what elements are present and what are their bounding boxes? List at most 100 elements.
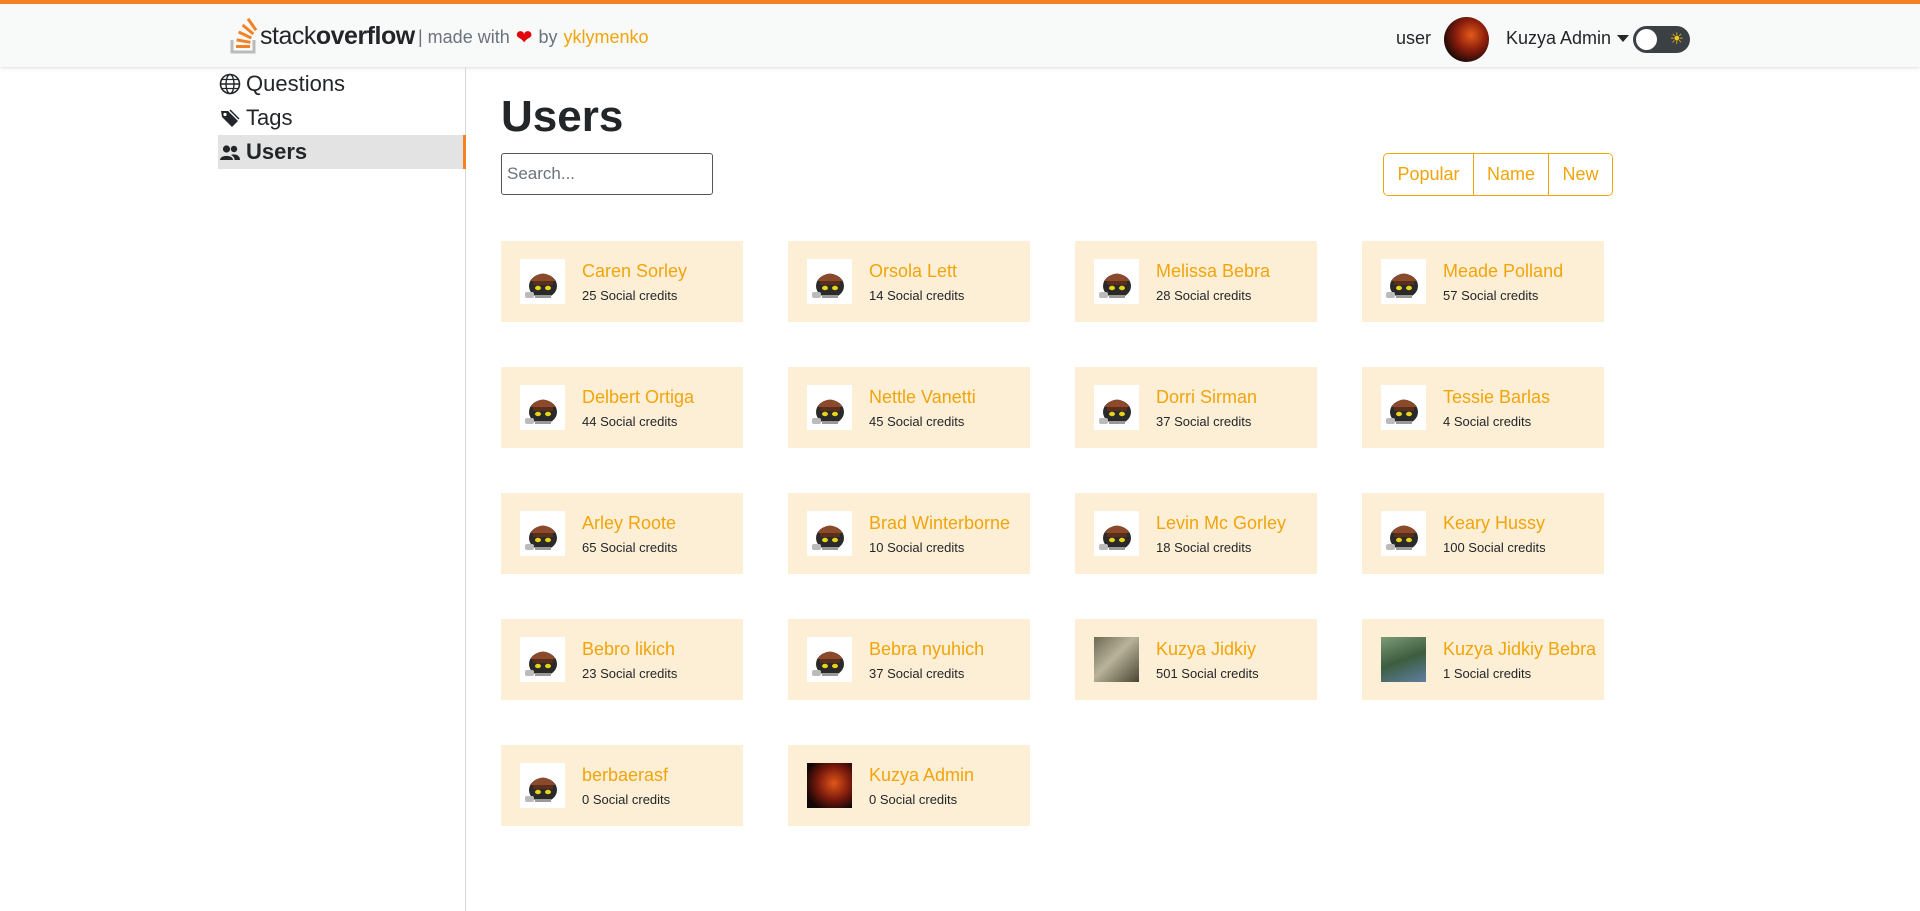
user-card[interactable]: Keary Hussy 100 Social credits	[1362, 493, 1604, 574]
user-name-link[interactable]: Tessie Barlas	[1443, 387, 1550, 408]
user-avatar[interactable]	[1094, 259, 1139, 304]
user-credits: 25 Social credits	[582, 288, 678, 303]
role-label: user	[1396, 28, 1432, 48]
user-name-link[interactable]: Levin Mc Gorley	[1156, 513, 1286, 534]
user-avatar[interactable]	[1094, 511, 1139, 556]
user-avatar[interactable]	[807, 637, 852, 682]
search-input[interactable]	[501, 153, 713, 195]
sidebar-item-questions[interactable]: Questions	[218, 67, 466, 101]
user-name-link[interactable]: Arley Roote	[582, 513, 676, 534]
user-credits: 18 Social credits	[1156, 540, 1252, 555]
toggle-knob	[1636, 29, 1657, 50]
user-avatar[interactable]	[1381, 511, 1426, 556]
user-avatar[interactable]	[520, 511, 565, 556]
brand-plain: stack	[260, 21, 316, 50]
user-name-link[interactable]: Bebro likich	[582, 639, 675, 660]
sidebar-item-label: Users	[246, 139, 308, 164]
author-link[interactable]: yklymenko	[564, 27, 649, 48]
stackoverflow-logo[interactable]: stackoverflow	[230, 18, 415, 54]
user-avatar[interactable]	[520, 763, 565, 808]
user-name-link[interactable]: Caren Sorley	[582, 261, 687, 282]
user-credits: 45 Social credits	[869, 414, 965, 429]
user-name-link[interactable]: Meade Polland	[1443, 261, 1563, 282]
default-avatar-image	[1385, 273, 1418, 298]
user-avatar[interactable]	[520, 637, 565, 682]
user-card[interactable]: Levin Mc Gorley 18 Social credits	[1075, 493, 1317, 574]
users-icon	[218, 140, 242, 164]
user-credits: 14 Social credits	[869, 288, 965, 303]
account-menu[interactable]: Kuzya Admin	[1506, 28, 1630, 49]
user-credits: 501 Social credits	[1156, 666, 1259, 681]
default-avatar-image	[524, 525, 557, 550]
user-credits: 23 Social credits	[582, 666, 678, 681]
user-avatar[interactable]	[1094, 385, 1139, 430]
account-avatar[interactable]	[1444, 17, 1489, 62]
user-avatar[interactable]	[807, 763, 852, 808]
user-credits: 4 Social credits	[1443, 414, 1532, 429]
user-name-link[interactable]: Bebra nyuhich	[869, 639, 984, 660]
sort-name-button[interactable]: Name	[1473, 154, 1548, 195]
user-name-link[interactable]: Kuzya Jidkiy Bebra	[1443, 639, 1596, 660]
user-card[interactable]: Kuzya Jidkiy 501 Social credits	[1075, 619, 1317, 700]
sidebar-item-tags[interactable]: Tags	[218, 101, 466, 135]
stackoverflow-icon	[230, 18, 258, 54]
brand-wordmark: stackoverflow	[260, 22, 415, 51]
user-avatar[interactable]	[807, 385, 852, 430]
user-credits: 65 Social credits	[582, 540, 678, 555]
user-card[interactable]: Bebra nyuhich 37 Social credits	[788, 619, 1030, 700]
user-name-link[interactable]: Orsola Lett	[869, 261, 957, 282]
user-card[interactable]: Orsola Lett 14 Social credits	[788, 241, 1030, 322]
user-avatar[interactable]	[1381, 259, 1426, 304]
user-avatar[interactable]	[807, 259, 852, 304]
default-avatar-image	[1098, 273, 1131, 298]
user-avatar[interactable]	[1381, 637, 1426, 682]
default-avatar-image	[811, 399, 844, 424]
sidebar: Questions Tags Users	[0, 67, 466, 911]
sidebar-item-users[interactable]: Users	[218, 135, 466, 169]
user-avatar[interactable]	[807, 511, 852, 556]
user-card[interactable]: Dorri Sirman 37 Social credits	[1075, 367, 1317, 448]
default-avatar-image	[811, 525, 844, 550]
sort-popular-button[interactable]: Popular	[1384, 154, 1473, 195]
user-name-link[interactable]: Melissa Bebra	[1156, 261, 1270, 282]
sun-icon: ☀	[1669, 31, 1684, 48]
sort-new-button[interactable]: New	[1548, 154, 1612, 195]
user-card[interactable]: Kuzya Admin 0 Social credits	[788, 745, 1030, 826]
default-avatar-image	[524, 777, 557, 802]
user-name-link[interactable]: Nettle Vanetti	[869, 387, 976, 408]
user-card[interactable]: Nettle Vanetti 45 Social credits	[788, 367, 1030, 448]
theme-toggle[interactable]: ☀	[1633, 26, 1690, 53]
account-name: Kuzya Admin	[1506, 28, 1612, 48]
user-name-link[interactable]: Kuzya Jidkiy	[1156, 639, 1256, 660]
user-name-link[interactable]: Delbert Ortiga	[582, 387, 694, 408]
brand-bold: overflow	[315, 21, 415, 50]
user-name-link[interactable]: Keary Hussy	[1443, 513, 1545, 534]
user-name-link[interactable]: berbaerasf	[582, 765, 668, 786]
page-title: Users	[501, 92, 624, 141]
user-card[interactable]: Meade Polland 57 Social credits	[1362, 241, 1604, 322]
user-card[interactable]: Brad Winterborne 10 Social credits	[788, 493, 1030, 574]
user-credits: 37 Social credits	[869, 666, 965, 681]
user-card[interactable]: Kuzya Jidkiy Bebra 1 Social credits	[1362, 619, 1604, 700]
user-card[interactable]: berbaerasf 0 Social credits	[501, 745, 743, 826]
user-name-link[interactable]: Brad Winterborne	[869, 513, 1010, 534]
default-avatar-image	[1385, 399, 1418, 424]
user-card[interactable]: Arley Roote 65 Social credits	[501, 493, 743, 574]
tag-icon	[218, 106, 242, 130]
user-card[interactable]: Tessie Barlas 4 Social credits	[1362, 367, 1604, 448]
made-with-credit: | made with ❤ by yklymenko	[418, 27, 649, 48]
user-avatar[interactable]	[520, 385, 565, 430]
sidebar-item-label: Questions	[246, 71, 346, 96]
user-avatar[interactable]	[1381, 385, 1426, 430]
user-card[interactable]: Bebro likich 23 Social credits	[501, 619, 743, 700]
user-avatar[interactable]	[520, 259, 565, 304]
user-card[interactable]: Delbert Ortiga 44 Social credits	[501, 367, 743, 448]
made-with-text: | made with	[418, 27, 510, 47]
user-card[interactable]: Melissa Bebra 28 Social credits	[1075, 241, 1317, 322]
globe-icon	[218, 72, 242, 96]
user-name-link[interactable]: Dorri Sirman	[1156, 387, 1257, 408]
user-credits: 28 Social credits	[1156, 288, 1252, 303]
user-avatar[interactable]	[1094, 637, 1139, 682]
user-name-link[interactable]: Kuzya Admin	[869, 765, 974, 786]
user-card[interactable]: Caren Sorley 25 Social credits	[501, 241, 743, 322]
